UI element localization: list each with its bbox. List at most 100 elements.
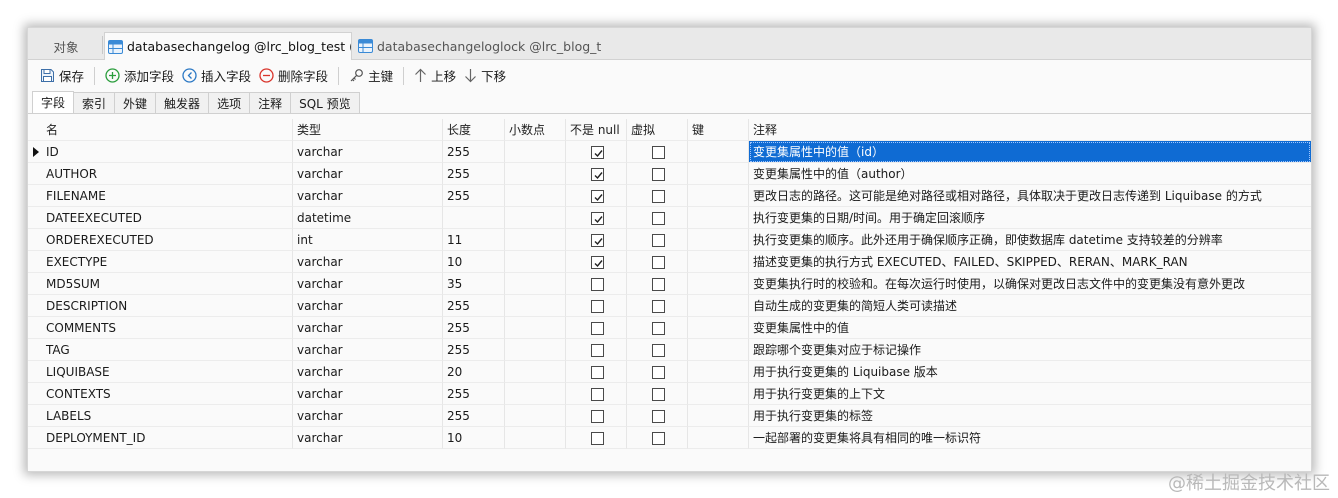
field-key-cell[interactable] — [688, 405, 749, 427]
tab-triggers[interactable]: 触发器 — [155, 92, 210, 113]
virtual-checkbox[interactable] — [652, 234, 665, 247]
not-null-checkbox[interactable] — [591, 344, 604, 357]
field-length-cell[interactable]: 255 — [443, 317, 505, 339]
virtual-checkbox[interactable] — [652, 278, 665, 291]
virtual-checkbox[interactable] — [652, 146, 665, 159]
header-not-null[interactable]: 不是 null — [566, 119, 627, 141]
field-type-cell[interactable]: varchar — [293, 273, 443, 295]
header-key[interactable]: 键 — [688, 119, 749, 141]
field-comment-cell[interactable]: 一起部署的变更集将具有相同的唯一标识符 — [749, 427, 1311, 449]
tab-comment[interactable]: 注释 — [249, 92, 292, 113]
field-key-cell[interactable] — [688, 229, 749, 251]
header-name[interactable]: 名 — [42, 119, 293, 141]
table-row[interactable]: CONTEXTS varchar 255 用于执行变更集的上下文 — [28, 383, 1311, 405]
field-key-cell[interactable] — [688, 317, 749, 339]
field-name-cell[interactable]: LIQUIBASE — [42, 361, 293, 383]
table-row[interactable]: ORDEREXECUTED int 11 执行变更集的顺序。此外还用于确保顺序正确，即… — [28, 229, 1311, 251]
not-null-checkbox[interactable] — [591, 278, 604, 291]
field-comment-cell[interactable]: 更改日志的路径。这可能是绝对路径或相对路径，具体取决于更改日志传递到 Liqui… — [749, 185, 1311, 207]
field-comment-cell[interactable]: 自动生成的变更集的简短人类可读描述 — [749, 295, 1311, 317]
table-row[interactable]: DESCRIPTION varchar 255 自动生成的变更集的简短人类可读描述 — [28, 295, 1311, 317]
field-comment-cell[interactable]: 用于执行变更集的 Liquibase 版本 — [749, 361, 1311, 383]
field-decimal-cell[interactable] — [505, 207, 566, 229]
field-length-cell[interactable]: 255 — [443, 339, 505, 361]
field-name-cell[interactable]: LABELS — [42, 405, 293, 427]
field-decimal-cell[interactable] — [505, 185, 566, 207]
field-comment-cell[interactable]: 变更集执行时的校验和。在每次运行时使用，以确保对更改日志文件中的变更集没有意外更… — [749, 273, 1311, 295]
field-key-cell[interactable] — [688, 273, 749, 295]
field-key-cell[interactable] — [688, 163, 749, 185]
tab-databasechangelog[interactable]: databasechangelog @lrc_blog_test (... — [104, 32, 352, 60]
field-length-cell[interactable]: 255 — [443, 295, 505, 317]
field-type-cell[interactable]: varchar — [293, 317, 443, 339]
table-row[interactable]: COMMENTS varchar 255 变更集属性中的值 — [28, 317, 1311, 339]
add-field-button[interactable]: 添加字段 — [101, 64, 178, 88]
field-length-cell[interactable]: 255 — [443, 405, 505, 427]
field-key-cell[interactable] — [688, 361, 749, 383]
field-decimal-cell[interactable] — [505, 229, 566, 251]
field-length-cell[interactable] — [443, 207, 505, 229]
primary-key-button[interactable]: 主键 — [345, 64, 397, 88]
field-name-cell[interactable]: DATEEXECUTED — [42, 207, 293, 229]
field-type-cell[interactable]: varchar — [293, 295, 443, 317]
table-row[interactable]: DATEEXECUTED datetime 执行变更集的日期/时间。用于确定回滚顺序 — [28, 207, 1311, 229]
virtual-checkbox[interactable] — [652, 432, 665, 445]
field-key-cell[interactable] — [688, 295, 749, 317]
field-decimal-cell[interactable] — [505, 273, 566, 295]
not-null-checkbox[interactable] — [591, 190, 604, 203]
not-null-checkbox[interactable] — [591, 410, 604, 423]
not-null-checkbox[interactable] — [591, 212, 604, 225]
field-name-cell[interactable]: FILENAME — [42, 185, 293, 207]
tab-objects[interactable]: 对象 — [28, 32, 104, 60]
field-name-cell[interactable]: ORDEREXECUTED — [42, 229, 293, 251]
field-key-cell[interactable] — [688, 251, 749, 273]
virtual-checkbox[interactable] — [652, 212, 665, 225]
tab-foreign-keys[interactable]: 外键 — [114, 92, 157, 113]
table-row[interactable]: LABELS varchar 255 用于执行变更集的标签 — [28, 405, 1311, 427]
field-key-cell[interactable] — [688, 185, 749, 207]
field-type-cell[interactable]: int — [293, 229, 443, 251]
not-null-checkbox[interactable] — [591, 168, 604, 181]
table-row[interactable]: LIQUIBASE varchar 20 用于执行变更集的 Liquibase 版本 — [28, 361, 1311, 383]
not-null-checkbox[interactable] — [591, 146, 604, 159]
tab-sql-preview[interactable]: SQL 预览 — [290, 92, 360, 113]
field-name-cell[interactable]: MD5SUM — [42, 273, 293, 295]
move-up-button[interactable]: 上移 — [410, 64, 460, 88]
field-length-cell[interactable]: 255 — [443, 383, 505, 405]
field-decimal-cell[interactable] — [505, 427, 566, 449]
field-decimal-cell[interactable] — [505, 339, 566, 361]
field-comment-cell[interactable]: 用于执行变更集的上下文 — [749, 383, 1311, 405]
header-type[interactable]: 类型 — [293, 119, 443, 141]
header-comment[interactable]: 注释 — [749, 119, 1311, 141]
not-null-checkbox[interactable] — [591, 300, 604, 313]
field-type-cell[interactable]: varchar — [293, 405, 443, 427]
field-name-cell[interactable]: TAG — [42, 339, 293, 361]
table-row[interactable]: FILENAME varchar 255 更改日志的路径。这可能是绝对路径或相对路径，… — [28, 185, 1311, 207]
field-decimal-cell[interactable] — [505, 317, 566, 339]
virtual-checkbox[interactable] — [652, 322, 665, 335]
field-length-cell[interactable]: 10 — [443, 427, 505, 449]
field-comment-cell[interactable]: 执行变更集的日期/时间。用于确定回滚顺序 — [749, 207, 1311, 229]
field-key-cell[interactable] — [688, 339, 749, 361]
not-null-checkbox[interactable] — [591, 322, 604, 335]
field-name-cell[interactable]: COMMENTS — [42, 317, 293, 339]
table-row[interactable]: ID varchar 255 变更集属性中的值（id） — [28, 141, 1311, 163]
field-comment-cell[interactable]: 变更集属性中的值 — [749, 317, 1311, 339]
virtual-checkbox[interactable] — [652, 366, 665, 379]
field-type-cell[interactable]: varchar — [293, 427, 443, 449]
not-null-checkbox[interactable] — [591, 366, 604, 379]
field-name-cell[interactable]: EXECTYPE — [42, 251, 293, 273]
field-key-cell[interactable] — [688, 427, 749, 449]
field-length-cell[interactable]: 255 — [443, 141, 505, 163]
header-length[interactable]: 长度 — [443, 119, 505, 141]
field-decimal-cell[interactable] — [505, 163, 566, 185]
field-key-cell[interactable] — [688, 207, 749, 229]
field-type-cell[interactable]: varchar — [293, 339, 443, 361]
field-length-cell[interactable]: 11 — [443, 229, 505, 251]
field-name-cell[interactable]: ID — [42, 141, 293, 163]
not-null-checkbox[interactable] — [591, 234, 604, 247]
field-length-cell[interactable]: 10 — [443, 251, 505, 273]
field-comment-cell[interactable]: 描述变更集的执行方式 EXECUTED、FAILED、SKIPPED、RERAN… — [749, 251, 1311, 273]
move-down-button[interactable]: 下移 — [460, 64, 510, 88]
field-length-cell[interactable]: 255 — [443, 185, 505, 207]
